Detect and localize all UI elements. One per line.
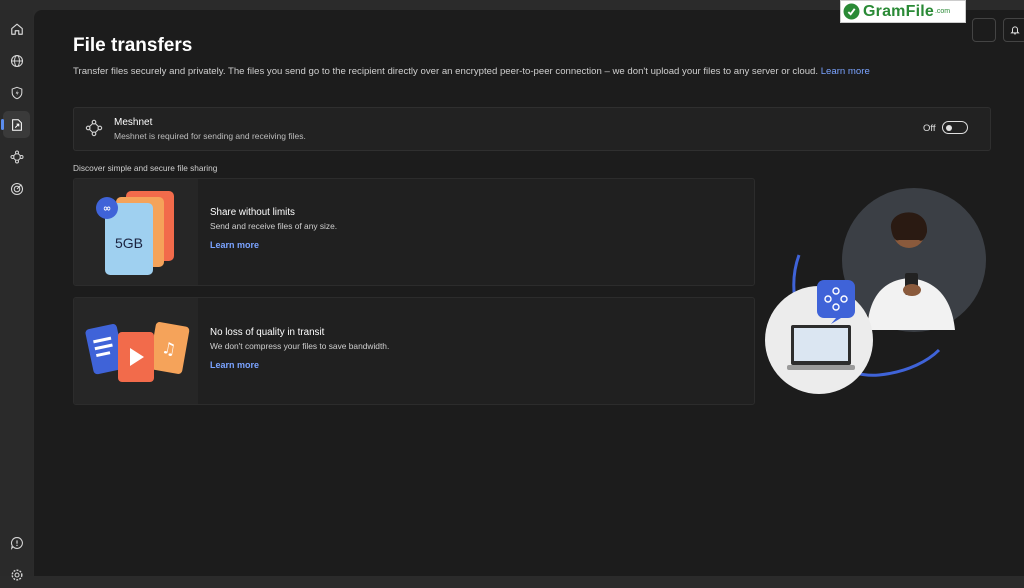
gramfile-logo-icon <box>843 3 860 20</box>
page-subtitle: Transfer files securely and privately. T… <box>73 66 870 77</box>
help-icon <box>10 536 23 550</box>
meshnet-title: Meshnet <box>114 117 153 128</box>
watermark-text: GramFile <box>863 2 934 20</box>
watermark-logo: GramFile .com <box>840 0 966 23</box>
feature-card-quality: ♫ No loss of quality in transit We don't… <box>73 297 755 405</box>
main-panel: File transfers Transfer files securely a… <box>34 10 1024 576</box>
watermark-suffix: .com <box>934 8 951 15</box>
card-description: Send and receive files of any size. <box>210 221 338 231</box>
card-title: No loss of quality in transit <box>210 327 325 338</box>
meshnet-toggle[interactable] <box>942 121 968 134</box>
feature-card-share: ∞ 5GB Share without limits Send and rece… <box>73 178 755 286</box>
sidebar-item-file-transfers[interactable] <box>1 111 30 138</box>
meshnet-panel: Meshnet Meshnet is required for sending … <box>73 107 991 151</box>
window-button[interactable] <box>972 18 996 42</box>
bell-icon <box>1010 26 1020 35</box>
shield-icon <box>11 86 22 99</box>
discover-heading: Discover simple and secure file sharing <box>73 163 218 173</box>
media-files-illustration: ♫ <box>74 298 198 404</box>
meshnet-state-label: Off <box>923 123 936 134</box>
files-illustration: ∞ 5GB <box>74 179 198 285</box>
card-learn-more-link[interactable]: Learn more <box>210 360 259 370</box>
sidebar-item-dark-web-monitor[interactable] <box>3 175 30 202</box>
sidebar-item-help[interactable] <box>3 529 30 556</box>
sidebar-item-home[interactable] <box>3 15 30 42</box>
meshnet-description: Meshnet is required for sending and rece… <box>114 131 306 141</box>
toggle-knob <box>946 124 952 131</box>
subtitle-text: Transfer files securely and privately. T… <box>73 66 819 77</box>
card-description: We don't compress your files to save ban… <box>210 341 390 351</box>
sidebar-item-threat-protection[interactable] <box>3 79 30 106</box>
svg-text:∞: ∞ <box>103 204 111 215</box>
learn-more-link[interactable]: Learn more <box>821 66 870 77</box>
meshnet-badge <box>817 280 855 318</box>
settings-icon <box>10 568 23 581</box>
meshnet-icon <box>9 149 24 164</box>
home-icon <box>10 23 23 35</box>
card-learn-more-link[interactable]: Learn more <box>210 240 259 250</box>
hero-illustration <box>759 180 994 405</box>
page-title: File transfers <box>73 35 193 56</box>
target-icon <box>10 182 23 195</box>
svg-text:5GB: 5GB <box>115 235 143 251</box>
file-transfer-icon <box>11 118 22 131</box>
sidebar-item-globe[interactable] <box>3 47 30 74</box>
meshnet-icon <box>85 119 103 137</box>
globe-icon <box>10 54 23 67</box>
notifications-button[interactable] <box>1003 18 1024 42</box>
sidebar-item-settings[interactable] <box>3 561 30 588</box>
card-title: Share without limits <box>210 207 295 218</box>
sidebar-item-meshnet[interactable] <box>3 143 30 170</box>
sidebar <box>0 10 33 581</box>
